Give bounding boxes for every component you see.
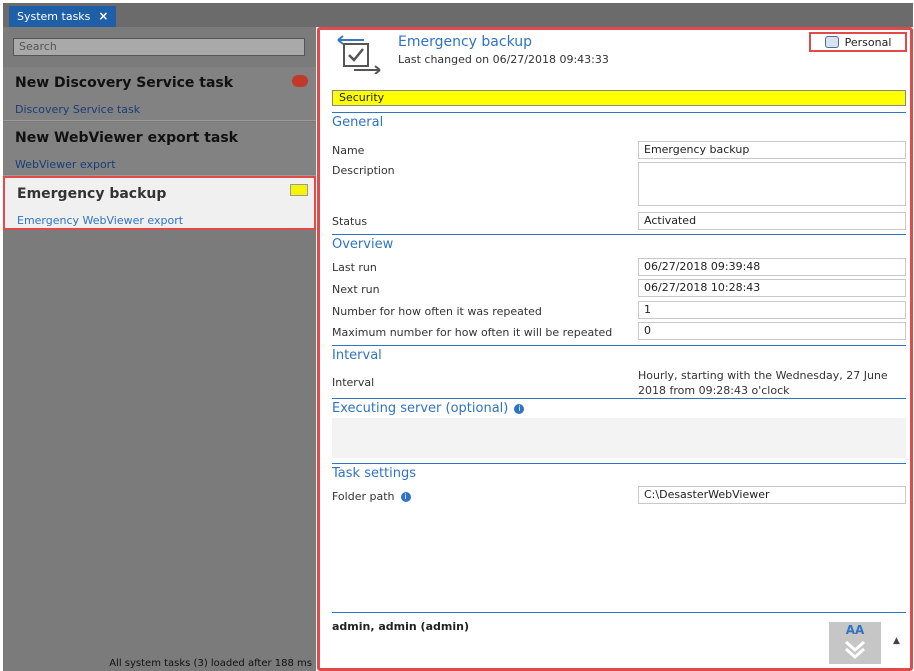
page-title: Emergency backup bbox=[398, 34, 533, 50]
info-icon[interactable]: i bbox=[400, 492, 411, 502]
security-tag[interactable]: Security bbox=[332, 90, 906, 106]
description-field[interactable] bbox=[638, 162, 906, 206]
task-list-panel: Search New Discovery Service task Discov… bbox=[3, 27, 316, 671]
executing-server-title: Executing server (optional) bbox=[332, 401, 509, 416]
last-run-field[interactable]: 06/27/2018 09:39:48 bbox=[638, 258, 906, 276]
list-item[interactable]: New Discovery Service task Discovery Ser… bbox=[3, 67, 316, 121]
footer-divider bbox=[332, 612, 906, 613]
system-task-icon bbox=[337, 35, 381, 74]
description-label: Description bbox=[332, 164, 395, 177]
status-field[interactable]: Activated bbox=[638, 212, 906, 230]
collapse-caret-icon[interactable]: ▲ bbox=[893, 636, 900, 646]
search-input[interactable]: Search bbox=[13, 38, 305, 56]
interval-label: Interval bbox=[332, 376, 375, 389]
folder-path-text: Folder path bbox=[332, 490, 395, 503]
name-field[interactable]: Emergency backup bbox=[638, 141, 906, 159]
task-subtitle: Discovery Service task bbox=[15, 103, 141, 116]
personal-label: Personal bbox=[844, 35, 892, 49]
section-task-settings: Task settings bbox=[332, 463, 906, 481]
repeat-label: Number for how often it was repeated bbox=[332, 305, 542, 318]
list-item[interactable]: New WebViewer export task WebViewer expo… bbox=[3, 122, 316, 176]
tab-system-tasks[interactable]: System tasks × bbox=[9, 6, 117, 27]
close-icon[interactable]: × bbox=[98, 6, 108, 27]
next-run-label: Next run bbox=[332, 283, 380, 296]
font-size-label: AA bbox=[845, 623, 865, 637]
folder-path-label: Folder path i bbox=[332, 490, 411, 503]
task-subtitle: Emergency WebViewer export bbox=[17, 214, 184, 227]
detail-panel: Emergency backup Last changed on 06/27/2… bbox=[317, 27, 913, 671]
tab-label: System tasks bbox=[17, 10, 91, 23]
section-interval: Interval bbox=[332, 345, 906, 363]
color-swatch-icon bbox=[290, 184, 308, 196]
personal-icon bbox=[824, 36, 839, 48]
task-title: Emergency backup bbox=[17, 186, 167, 202]
status-label: Status bbox=[332, 215, 368, 228]
info-icon[interactable]: i bbox=[514, 403, 525, 414]
last-run-label: Last run bbox=[332, 261, 377, 274]
interval-value: Hourly, starting with the Wednesday, 27 … bbox=[638, 369, 888, 397]
max-repeat-label: Maximum number for how often it will be … bbox=[332, 326, 613, 339]
list-status: All system tasks (3) loaded after 188 ms bbox=[109, 658, 312, 669]
font-size-button[interactable]: AA bbox=[829, 622, 881, 664]
personal-button[interactable]: Personal bbox=[809, 32, 907, 52]
repeat-field[interactable]: 1 bbox=[638, 301, 906, 319]
name-label: Name bbox=[332, 144, 365, 157]
window: System tasks × Search New Discovery Serv… bbox=[0, 0, 914, 671]
max-repeat-field[interactable]: 0 bbox=[638, 322, 906, 340]
task-title: New WebViewer export task bbox=[15, 130, 238, 146]
next-run-field[interactable]: 06/27/2018 10:28:43 bbox=[638, 279, 906, 297]
task-title: New Discovery Service task bbox=[15, 75, 234, 91]
section-general: General bbox=[332, 112, 906, 130]
executing-server-field[interactable] bbox=[332, 418, 906, 458]
section-overview: Overview bbox=[332, 234, 906, 252]
last-changed: Last changed on 06/27/2018 09:43:33 bbox=[398, 53, 609, 66]
task-subtitle: WebViewer export bbox=[15, 158, 116, 171]
chevron-down-icon bbox=[845, 640, 865, 660]
list-item-selected[interactable]: Emergency backup Emergency WebViewer exp… bbox=[3, 176, 316, 230]
folder-path-field[interactable]: C:\DesasterWebViewer bbox=[638, 486, 906, 504]
section-executing-server: Executing server (optional) i bbox=[332, 398, 906, 416]
current-user: admin, admin (admin) bbox=[332, 620, 469, 633]
tab-bar: System tasks × bbox=[3, 3, 913, 27]
alert-badge-icon bbox=[292, 75, 308, 87]
